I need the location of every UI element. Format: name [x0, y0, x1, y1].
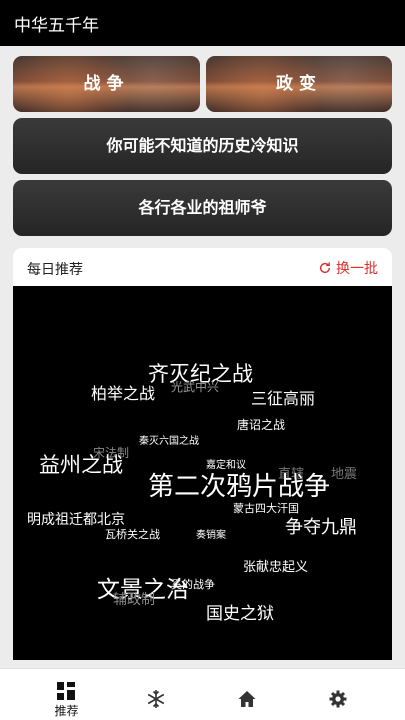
tag-item[interactable]: 争夺九鼎 — [285, 513, 357, 539]
tag-item[interactable]: 奏销案 — [196, 526, 226, 541]
snowflake-icon — [147, 690, 165, 708]
daily-title: 每日推荐 — [27, 262, 83, 278]
coup-label: 政变 — [276, 74, 322, 94]
tag-item[interactable]: 辅政制 — [113, 589, 155, 609]
tab-home[interactable] — [197, 677, 298, 720]
tag-item[interactable]: 第二次鸦片战争 — [148, 466, 330, 503]
daily-recommend-card: 每日推荐 换一批 齐灭纪之战 柏举之战 光武中兴 三征高丽 唐诏之战 宋法制 秦… — [13, 248, 392, 660]
tag-item[interactable]: 国史之狱 — [206, 599, 274, 624]
refresh-label: 换一批 — [336, 261, 378, 277]
coup-banner[interactable]: 政变 — [206, 56, 392, 112]
tag-item[interactable]: 张献忠起义 — [243, 556, 308, 575]
refresh-button[interactable]: 换一批 — [318, 258, 378, 278]
tag-item[interactable]: 瓦桥关之战 — [105, 526, 160, 542]
home-icon — [238, 691, 256, 707]
app-title: 中华五千年 — [14, 16, 99, 36]
gear-icon — [329, 690, 347, 708]
tab-recommend[interactable]: 推荐 — [16, 669, 117, 720]
tag-item[interactable]: 地震 — [331, 463, 357, 482]
card-header: 每日推荐 换一批 — [13, 248, 392, 286]
trivia-button[interactable]: 你可能不知道的历史冷知识 — [13, 118, 392, 174]
tab-recommend-label: 推荐 — [54, 704, 79, 718]
tab-discover[interactable] — [106, 677, 207, 720]
tag-item[interactable]: 柏举之战 — [91, 380, 155, 404]
grid-icon — [57, 682, 75, 700]
tag-item[interactable]: 三征高丽 — [251, 385, 315, 409]
app-header: 中华五千年 — [0, 0, 405, 46]
war-banner[interactable]: 战争 — [13, 56, 200, 112]
tag-item[interactable]: 奚的战争 — [171, 576, 215, 592]
tag-item[interactable]: 益州之战 — [39, 449, 123, 479]
tag-item[interactable]: 唐诏之战 — [237, 416, 285, 433]
tag-item[interactable]: 秦灭六国之战 — [139, 432, 199, 447]
tag-cloud: 齐灭纪之战 柏举之战 光武中兴 三征高丽 唐诏之战 宋法制 秦灭六国之战 益州之… — [13, 286, 392, 660]
refresh-icon — [319, 262, 331, 274]
tab-settings[interactable] — [288, 677, 389, 720]
patrons-button[interactable]: 各行各业的祖师爷 — [13, 180, 392, 236]
bottom-tab-bar: 推荐 — [0, 668, 405, 720]
tag-item[interactable]: 光武中兴 — [171, 378, 219, 395]
war-label: 战争 — [83, 74, 130, 94]
